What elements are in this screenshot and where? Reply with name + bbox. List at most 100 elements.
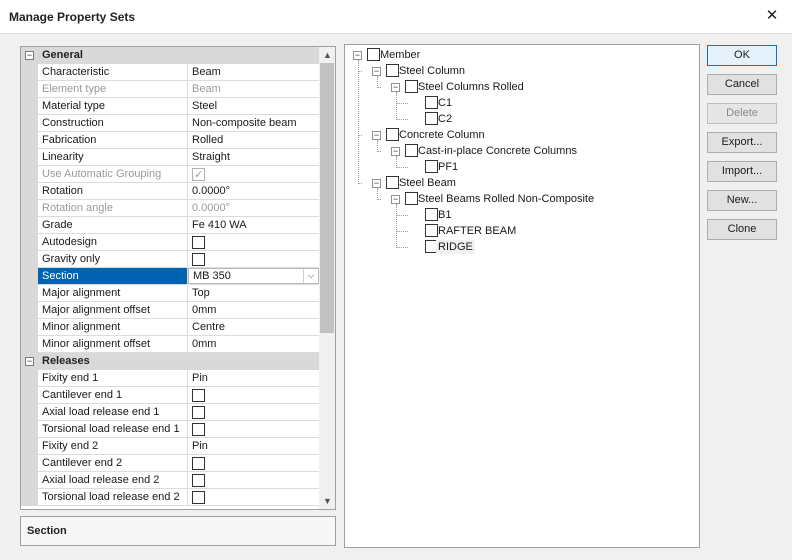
category-header[interactable]: − Releases bbox=[21, 353, 319, 370]
collapse-icon[interactable]: − bbox=[391, 83, 400, 92]
property-row[interactable]: Material type Steel bbox=[21, 98, 319, 115]
property-checkbox[interactable] bbox=[192, 457, 205, 471]
property-checkbox[interactable] bbox=[192, 474, 205, 488]
property-grid-scrollbar[interactable]: ▲ ▼ bbox=[319, 47, 335, 509]
collapse-icon[interactable]: − bbox=[372, 67, 381, 76]
tree-checkbox[interactable] bbox=[386, 176, 399, 189]
property-value[interactable] bbox=[188, 234, 319, 250]
property-value[interactable]: MB 350 ⌵ bbox=[188, 268, 319, 284]
property-row[interactable]: Rotation angle 0.0000° bbox=[21, 200, 319, 217]
tree-checkbox[interactable] bbox=[367, 48, 380, 61]
property-row[interactable]: Torsional load release end 2 bbox=[21, 489, 319, 506]
tree-connector bbox=[396, 215, 408, 216]
tree-checkbox[interactable] bbox=[425, 224, 438, 237]
property-checkbox[interactable] bbox=[192, 423, 205, 437]
new-button[interactable]: New... bbox=[707, 190, 777, 211]
property-value[interactable]: Rolled bbox=[188, 132, 319, 148]
property-value[interactable]: 0.0000° bbox=[188, 183, 319, 199]
scroll-down-icon[interactable]: ▼ bbox=[319, 493, 335, 509]
property-row[interactable]: Fabrication Rolled bbox=[21, 132, 319, 149]
property-row[interactable]: Element type Beam bbox=[21, 81, 319, 98]
section-dropdown[interactable]: MB 350 ⌵ bbox=[188, 268, 319, 284]
property-row[interactable]: Torsional load release end 1 bbox=[21, 421, 319, 438]
property-value[interactable]: Straight bbox=[188, 149, 319, 165]
property-row[interactable]: Cantilever end 1 bbox=[21, 387, 319, 404]
collapse-icon[interactable]: − bbox=[25, 51, 34, 60]
tree-checkbox[interactable] bbox=[425, 208, 438, 221]
property-value[interactable]: Pin bbox=[188, 438, 319, 454]
property-row[interactable]: Fixity end 1 Pin bbox=[21, 370, 319, 387]
tree-checkbox[interactable] bbox=[405, 144, 418, 157]
property-row[interactable]: Section MB 350 ⌵ bbox=[21, 268, 319, 285]
tree-node[interactable]: − Steel Beam bbox=[345, 175, 685, 191]
property-value[interactable]: Beam bbox=[188, 64, 319, 80]
collapse-icon[interactable]: − bbox=[372, 179, 381, 188]
property-row[interactable]: Axial load release end 2 bbox=[21, 472, 319, 489]
property-value[interactable]: Steel bbox=[188, 98, 319, 114]
property-row[interactable]: Cantilever end 2 bbox=[21, 455, 319, 472]
tree-checkbox[interactable] bbox=[425, 96, 438, 109]
property-row[interactable]: Grade Fe 410 WA bbox=[21, 217, 319, 234]
tree-checkbox[interactable] bbox=[386, 64, 399, 77]
property-value[interactable]: Fe 410 WA bbox=[188, 217, 319, 233]
property-row[interactable]: Minor alignment Centre bbox=[21, 319, 319, 336]
category-header[interactable]: − General bbox=[21, 47, 319, 64]
property-value[interactable]: 0mm bbox=[188, 302, 319, 318]
property-row[interactable]: Autodesign bbox=[21, 234, 319, 251]
property-checkbox[interactable] bbox=[192, 406, 205, 420]
scroll-up-icon[interactable]: ▲ bbox=[319, 47, 335, 63]
tree-connector bbox=[396, 119, 408, 120]
property-checkbox[interactable] bbox=[192, 236, 205, 250]
collapse-icon[interactable]: − bbox=[353, 51, 362, 60]
property-value[interactable] bbox=[188, 472, 319, 488]
import-button[interactable]: Import... bbox=[707, 161, 777, 182]
property-value[interactable] bbox=[188, 404, 319, 420]
property-checkbox[interactable] bbox=[192, 491, 205, 505]
tree-checkbox[interactable] bbox=[405, 192, 418, 205]
property-value[interactable]: Top bbox=[188, 285, 319, 301]
property-value[interactable] bbox=[188, 455, 319, 471]
chevron-down-icon[interactable]: ⌵ bbox=[303, 269, 318, 283]
clone-button[interactable]: Clone bbox=[707, 219, 777, 240]
property-row[interactable]: Use Automatic Grouping ✓ bbox=[21, 166, 319, 183]
property-checkbox[interactable] bbox=[192, 389, 205, 403]
row-gutter bbox=[21, 285, 38, 302]
property-value[interactable]: Non-composite beam bbox=[188, 115, 319, 131]
tree-checkbox[interactable] bbox=[405, 80, 418, 93]
property-value[interactable] bbox=[188, 387, 319, 403]
collapse-icon[interactable]: − bbox=[391, 195, 400, 204]
ok-button[interactable]: OK bbox=[707, 45, 777, 66]
close-icon[interactable]: ✕ bbox=[762, 6, 782, 26]
property-value[interactable]: 0mm bbox=[188, 336, 319, 352]
export-button[interactable]: Export... bbox=[707, 132, 777, 153]
property-row[interactable]: Minor alignment offset 0mm bbox=[21, 336, 319, 353]
property-value[interactable] bbox=[188, 421, 319, 437]
tree-checkbox[interactable] bbox=[425, 112, 438, 125]
property-value[interactable] bbox=[188, 251, 319, 267]
category-label: General bbox=[42, 49, 83, 61]
property-value[interactable]: Pin bbox=[188, 370, 319, 386]
property-row[interactable]: Linearity Straight bbox=[21, 149, 319, 166]
property-row[interactable]: Fixity end 2 Pin bbox=[21, 438, 319, 455]
property-row[interactable]: Gravity only bbox=[21, 251, 319, 268]
row-gutter bbox=[21, 115, 38, 132]
tree-checkbox[interactable] bbox=[425, 160, 438, 173]
collapse-icon[interactable]: − bbox=[391, 147, 400, 156]
property-row[interactable]: Major alignment offset 0mm bbox=[21, 302, 319, 319]
cancel-button[interactable]: Cancel bbox=[707, 74, 777, 95]
property-row[interactable]: Rotation 0.0000° bbox=[21, 183, 319, 200]
property-row[interactable]: Construction Non-composite beam bbox=[21, 115, 319, 132]
tree-checkbox[interactable] bbox=[386, 128, 399, 141]
tree-node[interactable]: − Concrete Column bbox=[345, 127, 685, 143]
property-checkbox[interactable] bbox=[192, 253, 205, 267]
collapse-icon[interactable]: − bbox=[25, 357, 34, 366]
property-value[interactable] bbox=[188, 489, 319, 505]
scroll-thumb[interactable] bbox=[320, 63, 334, 333]
property-row[interactable]: Characteristic Beam bbox=[21, 64, 319, 81]
property-row[interactable]: Axial load release end 1 bbox=[21, 404, 319, 421]
tree-node[interactable]: − Member bbox=[345, 47, 685, 63]
tree-node[interactable]: − Steel Column bbox=[345, 63, 685, 79]
collapse-icon[interactable]: − bbox=[372, 131, 381, 140]
property-row[interactable]: Major alignment Top bbox=[21, 285, 319, 302]
property-value[interactable]: Centre bbox=[188, 319, 319, 335]
